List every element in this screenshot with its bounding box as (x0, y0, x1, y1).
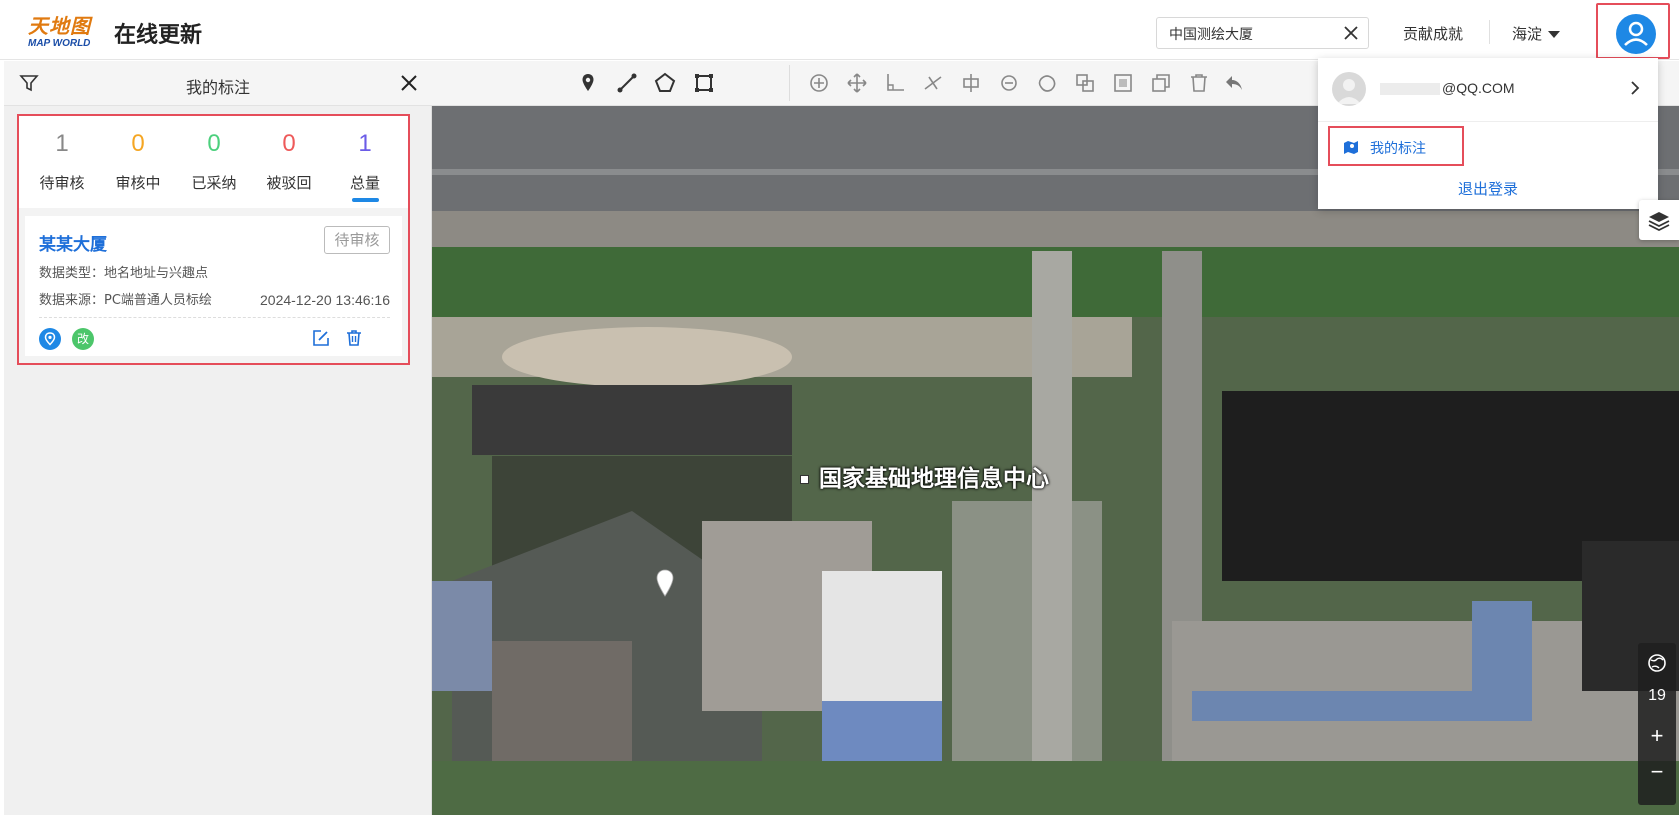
chevron-right-icon[interactable] (1628, 80, 1642, 96)
data-type-text: 数据类型：地名地址与兴趣点 (39, 266, 209, 281)
line-tool-icon[interactable] (615, 71, 639, 95)
card-divider (39, 317, 390, 318)
user-email: @QQ.COM (1380, 80, 1515, 96)
annotation-title[interactable]: 某某大厦 (39, 230, 107, 255)
annotation-card[interactable]: 某某大厦 待审核 数据类型：地名地址与兴趣点 数据来源：PC端普通人员标绘 20… (25, 216, 402, 356)
change-type-badge: 改 (72, 328, 94, 350)
polygon-tool-icon[interactable] (653, 71, 677, 95)
split-line-icon[interactable] (921, 71, 945, 95)
dropdown-avatar (1332, 72, 1366, 106)
in-review-label: 审核中 (115, 174, 161, 192)
my-annotations-label: 我的标注 (1370, 141, 1426, 157)
edit-icon[interactable] (311, 328, 331, 348)
reshape-icon[interactable] (997, 71, 1021, 95)
email-suffix: @QQ.COM (1442, 80, 1515, 96)
logo-en-text: MAP WORLD (28, 38, 91, 49)
right-angle-icon[interactable] (883, 71, 907, 95)
panel-title: 我的标注 (185, 78, 250, 97)
add-vertex-icon[interactable] (807, 71, 831, 95)
rejected-count: 0 (282, 130, 296, 157)
undo-icon[interactable] (1222, 71, 1246, 95)
clear-search-icon[interactable] (1342, 24, 1360, 42)
poi-marker-dot (800, 475, 809, 484)
rectangle-tool-icon[interactable] (692, 71, 716, 95)
logo-cn-text: 天地图 (28, 14, 91, 38)
annotation-stats-box: 1 待审核 0 审核中 0 已采纳 0 被驳回 1 总量 某某大厦 待审核 数据… (17, 114, 410, 365)
panel-header: 我的标注 (4, 61, 432, 106)
globe-icon[interactable] (1647, 653, 1667, 673)
cut-feature-icon[interactable] (959, 71, 983, 95)
copy-icon[interactable] (1149, 71, 1173, 95)
merge-icon[interactable] (1073, 71, 1097, 95)
user-menu-dropdown: @QQ.COM 我的标注 退出登录 (1318, 58, 1658, 209)
header-divider (1489, 20, 1490, 44)
logout-link[interactable]: 退出登录 (1318, 178, 1658, 199)
smooth-icon[interactable] (1035, 71, 1059, 95)
district-label: 海淀 (1512, 25, 1543, 43)
search-input[interactable] (1167, 22, 1341, 46)
move-icon[interactable] (845, 71, 869, 95)
delete-icon[interactable] (344, 328, 364, 348)
user-avatar-icon (1616, 14, 1656, 54)
status-tabs: 1 待审核 0 审核中 0 已采纳 0 被驳回 1 总量 (19, 116, 408, 208)
poi-label[interactable]: 国家基础地理信息中心 (800, 459, 1049, 493)
rejected-label: 被驳回 (266, 174, 312, 192)
delete-feature-icon[interactable] (1187, 71, 1211, 95)
map-pin-icon[interactable] (655, 569, 675, 597)
data-source-text: 数据来源：PC端普通人员标绘 (39, 293, 212, 308)
status-badge: 待审核 (324, 226, 390, 254)
toolbar-divider (789, 65, 790, 101)
caret-down-icon (1548, 31, 1561, 38)
district-selector[interactable]: 海淀 (1512, 23, 1561, 44)
my-annotations-panel: 我的标注 1 待审核 0 审核中 0 已采纳 0 被驳回 1 总量 某某大厦 待… (4, 61, 432, 815)
menu-item-my-annotations[interactable]: 我的标注 (1328, 126, 1464, 166)
pending-label: 待审核 (39, 174, 85, 192)
map-zoom-controls: 19 + − (1638, 643, 1676, 805)
active-tab-indicator (352, 198, 379, 202)
poi-label-text: 国家基础地理信息中心 (819, 466, 1049, 492)
point-tool-icon[interactable] (576, 71, 600, 95)
user-avatar-button[interactable] (1596, 3, 1670, 59)
annotation-time: 2024-12-20 13:46:16 (260, 292, 390, 308)
adopted-count: 0 (207, 130, 221, 157)
buffer-icon[interactable] (1111, 71, 1135, 95)
contribution-link[interactable]: 贡献成就 (1403, 23, 1463, 44)
in-review-count: 0 (131, 130, 145, 157)
total-label: 总量 (349, 174, 380, 192)
top-header: 天地图 MAP WORLD 在线更新 贡献成就 海淀 (0, 0, 1679, 60)
dropdown-divider (1318, 121, 1658, 122)
location-pin-icon[interactable] (39, 328, 61, 350)
close-icon[interactable] (398, 72, 420, 94)
zoom-in-button[interactable]: + (1638, 723, 1676, 749)
zoom-out-button[interactable]: − (1638, 759, 1676, 785)
tianditu-logo[interactable]: 天地图 MAP WORLD (28, 10, 104, 54)
total-count: 1 (358, 130, 372, 157)
adopted-label: 已采纳 (191, 174, 237, 192)
map-marker-icon (1344, 141, 1358, 154)
layer-switch-button[interactable] (1639, 200, 1679, 240)
app-title: 在线更新 (114, 23, 203, 48)
email-redaction (1380, 83, 1440, 96)
layers-icon (1648, 212, 1670, 232)
zoom-level: 19 (1648, 687, 1666, 704)
pending-count: 1 (55, 130, 69, 157)
search-box[interactable] (1156, 17, 1369, 49)
